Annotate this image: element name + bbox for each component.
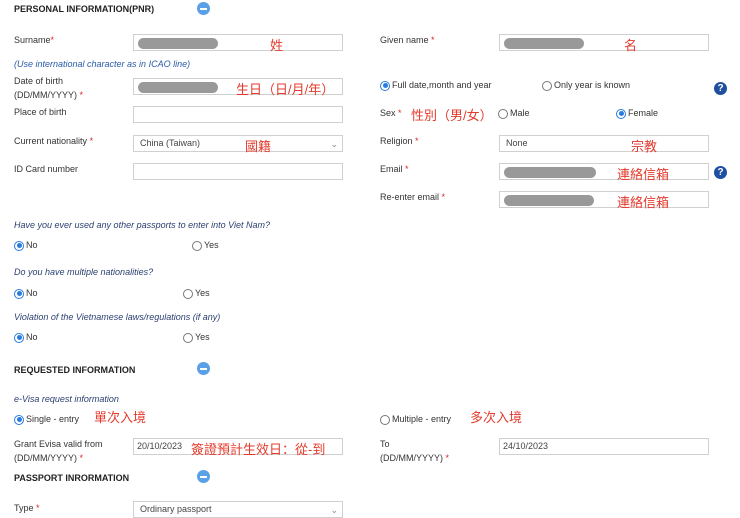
female-radio[interactable]: Female — [616, 106, 658, 120]
chevron-down-icon: ⌄ — [330, 139, 338, 149]
email-annotation: 連絡信箱 — [617, 167, 670, 182]
sex-annotation: 性別（男/女） — [411, 108, 493, 123]
multiple-entry-annotation: 多次入境 — [470, 410, 523, 425]
surname-label: Surname* — [14, 35, 55, 45]
given-name-input[interactable] — [499, 34, 709, 51]
section-title-personal: PERSONAL INFORMATION(PNR) — [14, 4, 155, 14]
id-card-input[interactable] — [133, 163, 343, 180]
multiple-entry-radio[interactable]: Multiple - entry — [380, 412, 451, 426]
help-icon[interactable]: ? — [714, 82, 727, 95]
question-violation: Violation of the Vietnamese laws/regulat… — [14, 312, 221, 322]
question-multiple-nationalities: Do you have multiple nationalities? — [14, 267, 154, 277]
pob-label: Place of birth — [14, 107, 67, 117]
dob-full-radio[interactable]: Full date,month and year — [380, 78, 492, 92]
redacted-value — [504, 38, 584, 49]
violation-no-radio[interactable]: No — [14, 330, 38, 344]
dob-label: Date of birth (DD/MM/YYYY) * — [14, 76, 84, 100]
dob-annotation: 生日（日/月/年） — [236, 82, 335, 97]
multiple-nationalities-no-radio[interactable]: No — [14, 286, 38, 300]
nationality-label: Current nationality * — [14, 136, 94, 146]
pob-input[interactable] — [133, 106, 343, 123]
email-label: Email * — [380, 164, 409, 174]
multiple-nationalities-yes-radio[interactable]: Yes — [183, 286, 210, 300]
section-title-passport: PASSPORT INRORMATION — [14, 473, 130, 483]
passport-type-select[interactable]: Ordinary passport ⌄ — [133, 501, 343, 518]
reenter-email-annotation: 連絡信箱 — [617, 195, 670, 210]
surname-input[interactable] — [133, 34, 343, 51]
nationality-select[interactable]: China (Taiwan) ⌄ — [133, 135, 343, 152]
section-title-requested: REQUESTED INFORMATION — [14, 365, 136, 375]
sex-label: Sex * — [380, 108, 402, 118]
other-passports-yes-radio[interactable]: Yes — [192, 238, 219, 252]
given-name-annotation: 名 — [624, 38, 638, 53]
icao-note: (Use international character as in ICAO … — [14, 59, 191, 69]
redacted-value — [138, 82, 218, 93]
collapse-passport-icon[interactable] — [197, 470, 210, 483]
valid-from-label: Grant Evisa valid from (DD/MM/YYYY) * — [14, 439, 103, 463]
dob-year-only-radio[interactable]: Only year is known — [542, 78, 630, 92]
help-icon[interactable]: ? — [714, 166, 727, 179]
redacted-value — [138, 38, 218, 49]
passport-type-label: Type * — [14, 503, 40, 513]
reenter-email-label: Re-enter email * — [380, 192, 446, 202]
male-radio[interactable]: Male — [498, 106, 530, 120]
single-entry-radio[interactable]: Single - entry — [14, 412, 79, 426]
religion-label: Religion * — [380, 136, 419, 146]
valid-from-annotation: 簽證預計生效日：從-到 — [191, 442, 326, 457]
redacted-value — [504, 195, 594, 206]
reenter-email-input[interactable] — [499, 191, 709, 208]
collapse-requested-icon[interactable] — [197, 362, 210, 375]
chevron-down-icon: ⌄ — [330, 505, 338, 515]
violation-yes-radio[interactable]: Yes — [183, 330, 210, 344]
single-entry-annotation: 單次入境 — [94, 410, 147, 425]
id-card-label: ID Card number — [14, 164, 79, 174]
evisa-info-label: e-Visa request information — [14, 394, 119, 404]
surname-annotation: 姓 — [270, 38, 284, 53]
collapse-personal-icon[interactable] — [197, 2, 210, 15]
nationality-annotation: 國籍 — [245, 139, 272, 154]
email-input[interactable] — [499, 163, 709, 180]
question-other-passports: Have you ever used any other passports t… — [14, 220, 270, 230]
religion-input[interactable]: None — [499, 135, 709, 152]
redacted-value — [504, 167, 596, 178]
valid-to-label: To (DD/MM/YYYY) * — [380, 439, 450, 463]
other-passports-no-radio[interactable]: No — [14, 238, 38, 252]
religion-annotation: 宗教 — [631, 139, 658, 154]
valid-to-input[interactable]: 24/10/2023 — [499, 438, 709, 455]
given-name-label: Given name * — [380, 35, 435, 45]
